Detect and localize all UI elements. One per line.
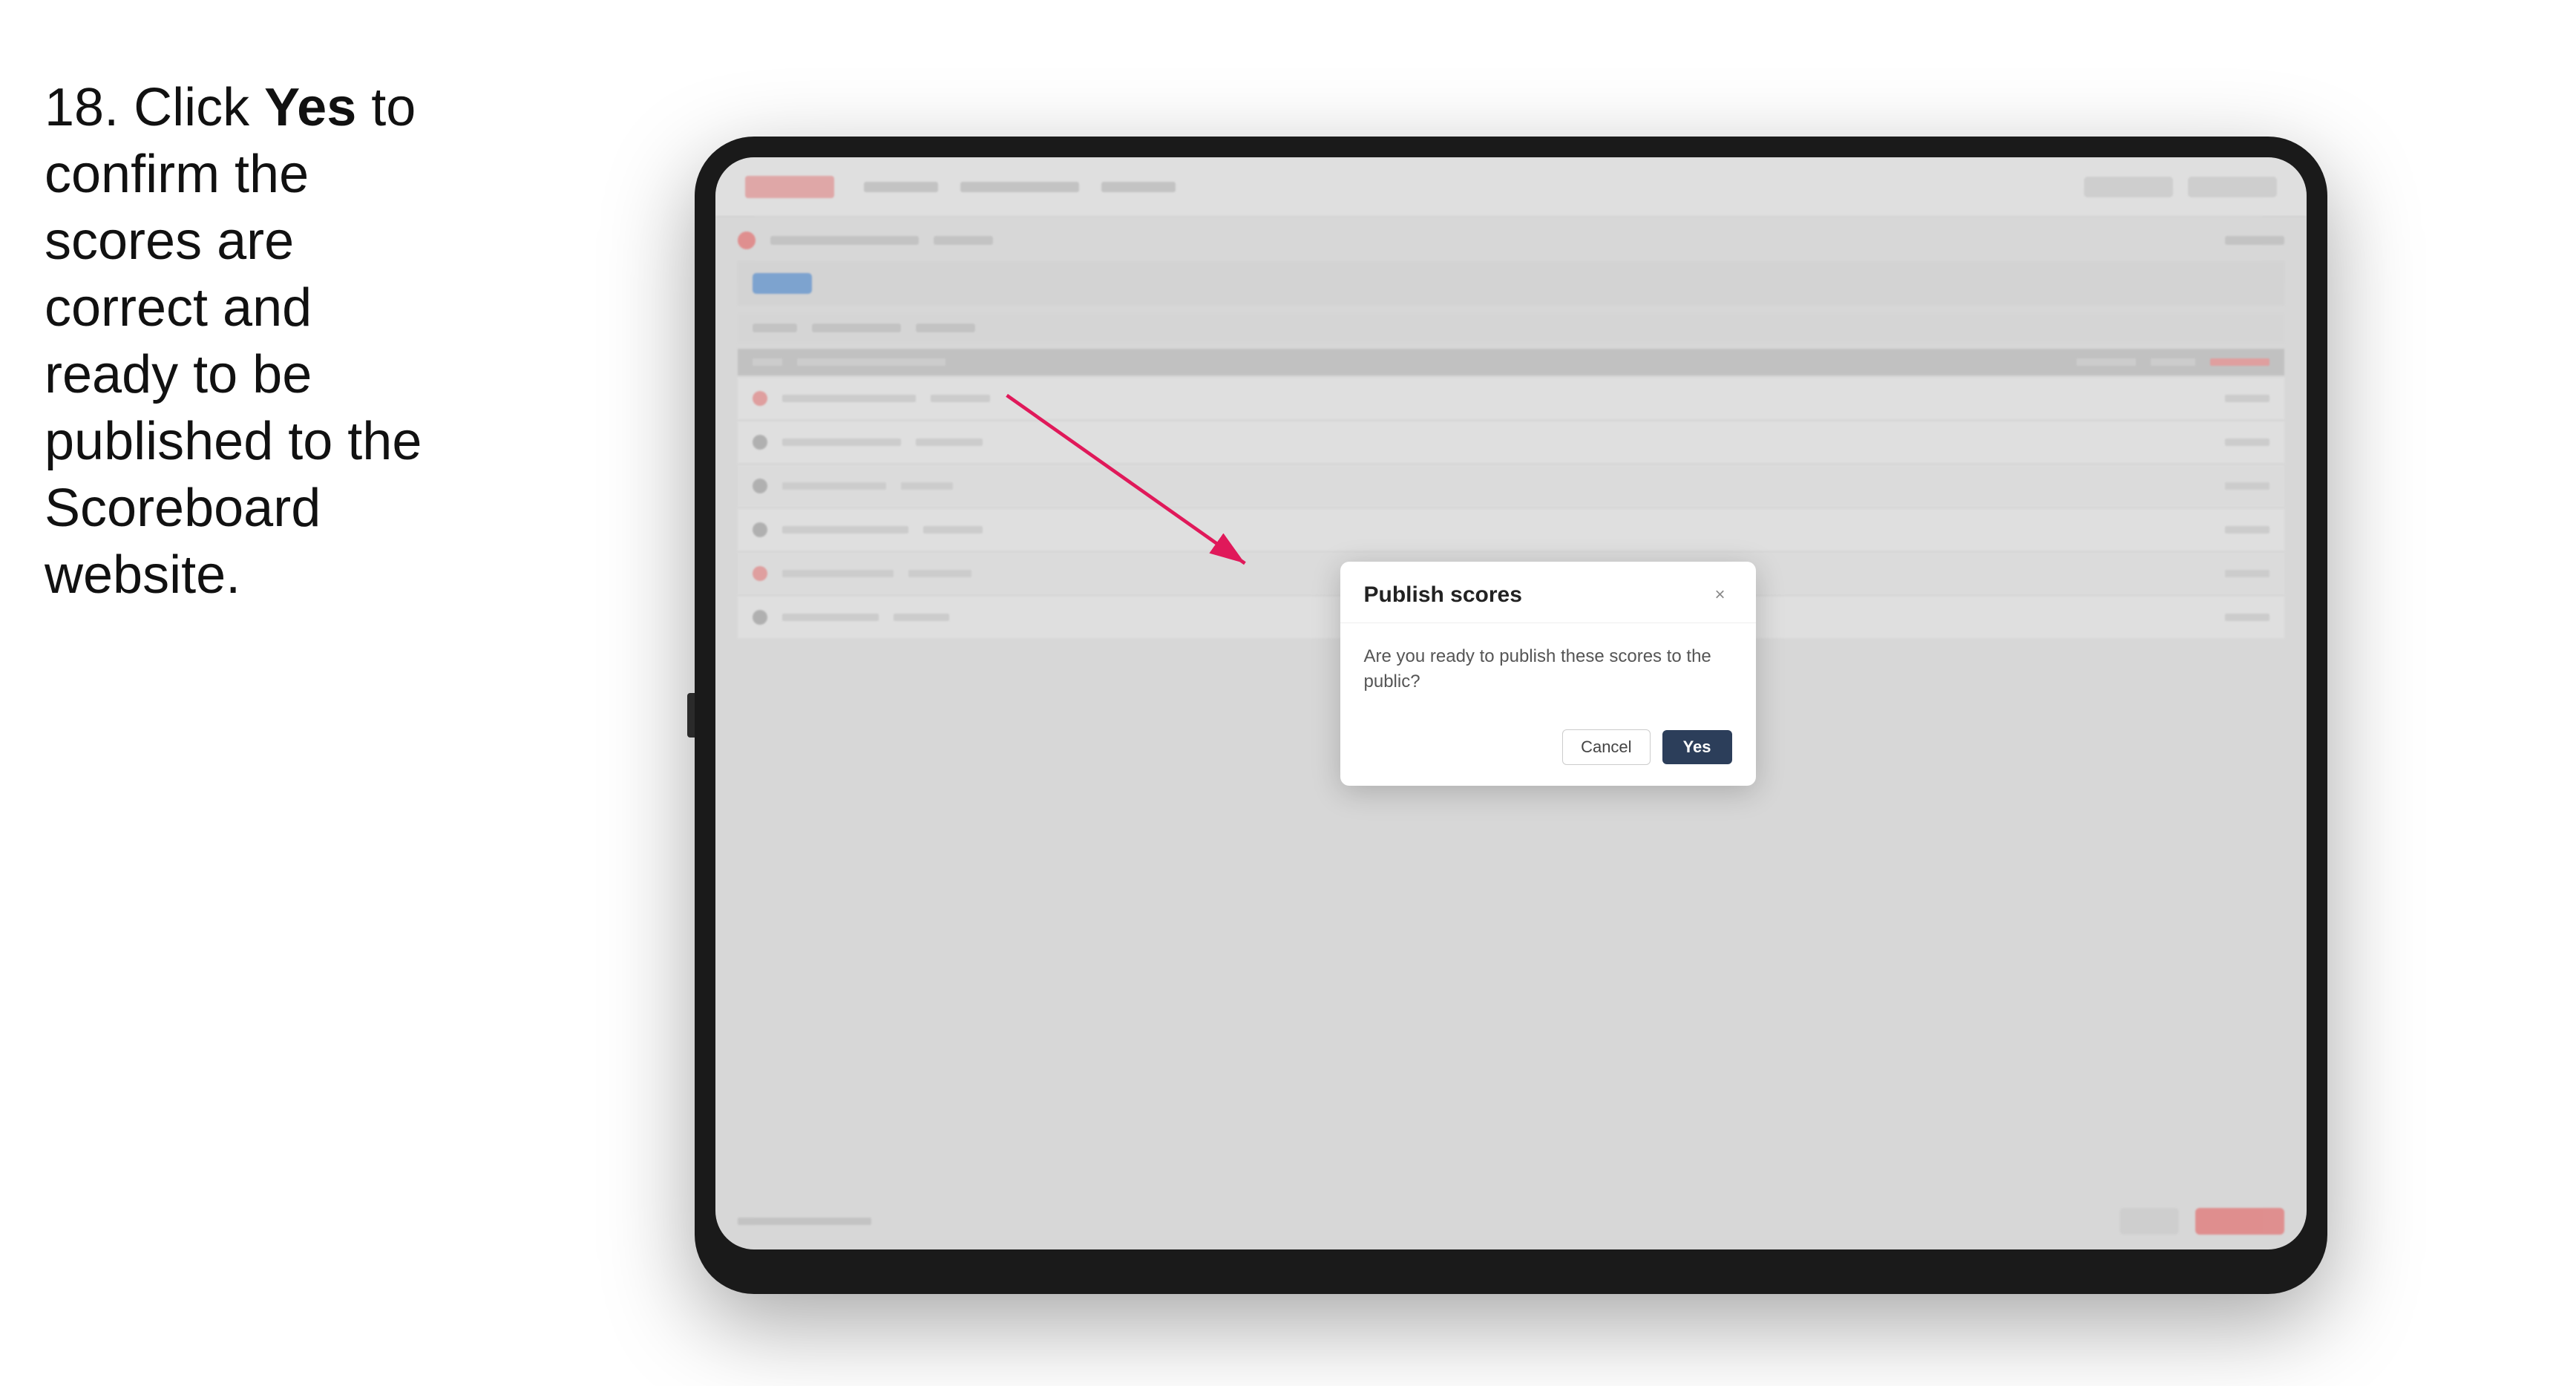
- cancel-button[interactable]: Cancel: [1562, 729, 1650, 765]
- tablet-device: Publish scores × Are you ready to publis…: [695, 137, 2327, 1294]
- dialog-footer: Cancel Yes: [1340, 715, 1756, 786]
- dialog-title: Publish scores: [1364, 582, 1522, 608]
- instruction-body: to confirm the scores are correct and re…: [45, 78, 422, 605]
- yes-button[interactable]: Yes: [1662, 730, 1732, 764]
- dialog-overlay: Publish scores × Are you ready to publis…: [715, 157, 2307, 1249]
- close-icon[interactable]: ×: [1708, 583, 1732, 607]
- publish-scores-dialog: Publish scores × Are you ready to publis…: [1340, 562, 1756, 786]
- tablet-wrapper: Publish scores × Are you ready to publis…: [460, 45, 2576, 1386]
- step-number: 18. Click: [45, 78, 264, 137]
- yes-keyword: Yes: [264, 78, 356, 137]
- dialog-message: Are you ready to publish these scores to…: [1364, 644, 1732, 694]
- instruction-text: 18. Click Yes to confirm the scores are …: [45, 45, 460, 1386]
- dialog-body: Are you ready to publish these scores to…: [1340, 623, 1756, 715]
- dialog-header: Publish scores ×: [1340, 562, 1756, 623]
- tablet-screen: Publish scores × Are you ready to publis…: [715, 157, 2307, 1249]
